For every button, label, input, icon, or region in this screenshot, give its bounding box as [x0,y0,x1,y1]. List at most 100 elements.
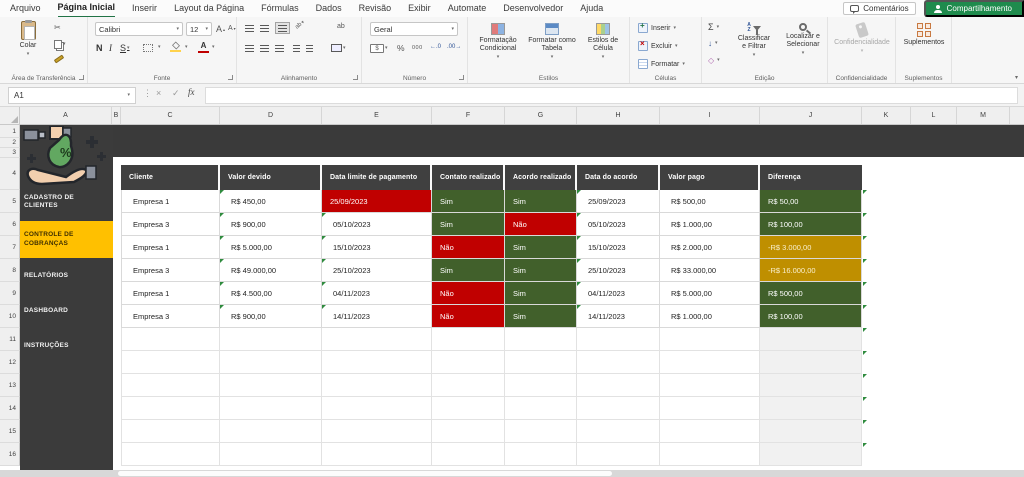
table-cell[interactable]: R$ 500,00 [660,190,760,213]
empty-cell[interactable] [121,443,220,466]
tab-layout-da-pagina[interactable]: Layout da Página [174,0,244,17]
tab-pagina-inicial[interactable]: Página Inicial [58,0,116,18]
empty-cell[interactable] [432,328,505,351]
autosum-button[interactable]: Σ▾ [708,22,719,32]
align-right-button[interactable] [275,45,284,52]
table-cell[interactable]: Não [432,236,505,259]
table-header-contato[interactable]: Contato realizado [432,165,505,190]
table-cell[interactable]: R$ 33.000,00 [660,259,760,282]
bottom-scrollbar-thumb[interactable] [118,471,612,476]
table-cell[interactable]: Empresa 1 [121,282,220,305]
table-cell[interactable]: 14/11/2023 [322,305,432,328]
table-cell[interactable]: Sim [505,236,577,259]
table-cell[interactable]: Sim [432,259,505,282]
table-cell[interactable]: Não [505,213,577,236]
empty-cell[interactable] [322,351,432,374]
row-header[interactable]: 11 [0,328,20,351]
table-cell[interactable]: 14/11/2023 [577,305,660,328]
column-header-g[interactable]: G [505,107,577,124]
table-cell[interactable]: 25/09/2023 [577,190,660,213]
select-all-corner[interactable] [0,107,20,124]
empty-cell[interactable] [322,420,432,443]
empty-cell[interactable] [660,420,760,443]
tab-ajuda[interactable]: Ajuda [580,0,603,17]
empty-cell[interactable] [121,328,220,351]
row-header[interactable]: 12 [0,351,20,374]
empty-cell[interactable] [760,351,862,374]
empty-cell[interactable] [760,328,862,351]
empty-cell[interactable] [577,420,660,443]
row-header[interactable]: 6 [0,213,20,236]
tab-formulas[interactable]: Fórmulas [261,0,299,17]
font-size-select[interactable]: 12▾ [186,22,212,36]
table-cell[interactable]: 25/09/2023 [322,190,432,213]
fill-color-chevron[interactable]: ▾ [185,45,188,50]
fill-button[interactable]: ↓▾ [708,39,718,48]
clear-button[interactable]: ◇▾ [708,56,720,65]
comma-style-button[interactable]: 000 [412,45,423,51]
empty-cell[interactable] [505,443,577,466]
empty-cell[interactable] [660,443,760,466]
empty-cell[interactable] [220,328,322,351]
font-name-select[interactable]: Calibri▾ [95,22,183,36]
table-cell[interactable]: R$ 100,00 [760,213,862,236]
increase-decimal-button[interactable]: ←.0 [430,44,441,50]
empty-cell[interactable] [322,374,432,397]
column-header-f[interactable]: F [432,107,505,124]
table-cell[interactable]: 25/10/2023 [322,259,432,282]
tab-dados[interactable]: Dados [316,0,342,17]
table-cell[interactable]: 05/10/2023 [577,213,660,236]
empty-cell[interactable] [505,397,577,420]
italic-button[interactable]: I [109,43,112,53]
table-header-cliente[interactable]: Cliente [121,165,220,190]
row-header[interactable]: 4 [0,158,20,190]
empty-cell[interactable] [577,397,660,420]
empty-cell[interactable] [121,351,220,374]
column-header-c[interactable]: C [121,107,220,124]
name-box[interactable]: A1 ▾ [8,87,136,104]
fill-color-button[interactable] [170,42,181,52]
tab-revisao[interactable]: Revisão [359,0,392,17]
table-cell[interactable]: R$ 5.000,00 [660,282,760,305]
wrap-text-button[interactable]: ab [337,23,345,30]
dialog-launcher-icon[interactable] [459,75,464,80]
shrink-font-button[interactable]: A▾ [228,25,236,32]
table-cell[interactable]: Empresa 3 [121,305,220,328]
table-cell[interactable]: R$ 450,00 [220,190,322,213]
sidebar-item-dashboard[interactable]: DASHBOARD [20,302,113,320]
decrease-decimal-button[interactable]: .00→ [447,44,461,50]
tab-automate[interactable]: Automate [448,0,487,17]
borders-chevron[interactable]: ▾ [158,45,161,50]
empty-cell[interactable] [760,443,862,466]
table-header-valor-pago[interactable]: Valor pago [660,165,760,190]
tab-exibir[interactable]: Exibir [408,0,431,17]
column-header-d[interactable]: D [220,107,322,124]
empty-cell[interactable] [660,351,760,374]
table-cell[interactable]: R$ 900,00 [220,213,322,236]
empty-cell[interactable] [322,328,432,351]
column-header-e[interactable]: E [322,107,432,124]
table-cell[interactable]: R$ 2.000,00 [660,236,760,259]
empty-cell[interactable] [577,351,660,374]
cell-styles-button[interactable]: Estilos de Célula ▾ [580,23,626,60]
copy-button[interactable]: ▾ [54,40,66,49]
row-header[interactable]: 5 [0,190,20,213]
table-header-valor-devido[interactable]: Valor devido [220,165,322,190]
empty-cell[interactable] [505,374,577,397]
empty-cell[interactable] [505,420,577,443]
insert-function-icon[interactable]: fx [188,87,195,97]
empty-cell[interactable] [220,420,322,443]
table-cell[interactable]: Não [432,282,505,305]
column-header-h[interactable]: H [577,107,660,124]
empty-cell[interactable] [505,351,577,374]
cancel-icon[interactable]: × [156,88,161,98]
collapse-ribbon-icon[interactable]: ▾ [1015,74,1018,81]
table-cell[interactable]: R$ 900,00 [220,305,322,328]
cut-button[interactable]: ✂ [54,23,61,32]
paste-button[interactable]: Colar ▾ [12,21,44,57]
empty-cell[interactable] [220,397,322,420]
table-cell[interactable]: 25/10/2023 [577,259,660,282]
table-cell[interactable]: -R$ 16.000,00 [760,259,862,282]
row-header[interactable]: 10 [0,305,20,328]
empty-cell[interactable] [660,328,760,351]
